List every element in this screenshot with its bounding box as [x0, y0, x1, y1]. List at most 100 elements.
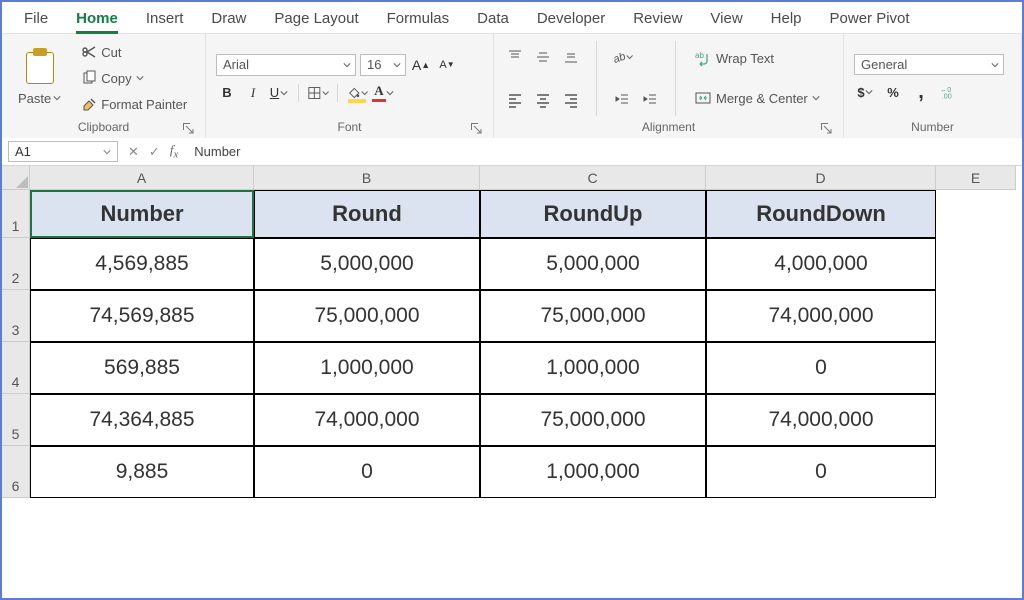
dialog-launcher-font[interactable] — [469, 121, 483, 135]
cell-C2[interactable]: 5,000,000 — [480, 238, 706, 290]
cell-A2[interactable]: 4,569,885 — [30, 238, 254, 290]
underline-button[interactable]: U — [268, 82, 290, 104]
align-center-button[interactable] — [532, 89, 554, 111]
cell-B2[interactable]: 5,000,000 — [254, 238, 480, 290]
italic-button[interactable]: I — [242, 82, 264, 104]
row-header-3[interactable]: 3 — [2, 290, 30, 342]
cell-A5[interactable]: 74,364,885 — [30, 394, 254, 446]
cell-D5[interactable]: 74,000,000 — [706, 394, 936, 446]
spreadsheet-grid[interactable]: ABCDE 123456 NumberRoundRoundUpRoundDown… — [2, 166, 1022, 600]
bold-button[interactable]: B — [216, 82, 238, 104]
font-family-select[interactable]: Arial — [216, 54, 356, 76]
fill-color-button[interactable] — [346, 82, 368, 104]
chevron-down-icon — [393, 61, 401, 69]
font-size-select[interactable]: 16 — [360, 54, 406, 76]
row-header-4[interactable]: 4 — [2, 342, 30, 394]
tab-file[interactable]: File — [10, 6, 62, 33]
align-bottom-button[interactable] — [560, 46, 582, 68]
increase-decimal-button[interactable]: ←0.00 — [938, 81, 960, 103]
name-box[interactable]: A1 — [8, 141, 118, 162]
divider — [596, 41, 597, 116]
row-header-6[interactable]: 6 — [2, 446, 30, 498]
cell-C5[interactable]: 75,000,000 — [480, 394, 706, 446]
copy-icon — [81, 70, 97, 86]
align-middle-button[interactable] — [532, 46, 554, 68]
cut-button[interactable]: Cut — [77, 41, 191, 63]
row-header-5[interactable]: 5 — [2, 394, 30, 446]
column-header-E[interactable]: E — [936, 166, 1016, 190]
cell-B4[interactable]: 1,000,000 — [254, 342, 480, 394]
wrap-text-button[interactable]: ab Wrap Text — [690, 47, 824, 71]
cell-A1[interactable]: Number — [30, 190, 254, 238]
decrease-indent-icon — [614, 92, 630, 108]
borders-button[interactable] — [307, 82, 329, 104]
group-alignment: ab ab Wrap Text Merge & Center — [494, 34, 844, 138]
cell-C3[interactable]: 75,000,000 — [480, 290, 706, 342]
tab-page-layout[interactable]: Page Layout — [260, 6, 372, 33]
decrease-font-button[interactable]: A▼ — [436, 54, 458, 76]
number-format-select[interactable]: General — [854, 54, 1004, 75]
tab-power-pivot[interactable]: Power Pivot — [816, 6, 924, 33]
chevron-down-icon — [280, 89, 288, 97]
dialog-launcher-alignment[interactable] — [819, 121, 833, 135]
increase-font-button[interactable]: A▲ — [410, 54, 432, 76]
cell-D6[interactable]: 0 — [706, 446, 936, 498]
formula-input[interactable]: Number — [178, 144, 240, 159]
column-header-B[interactable]: B — [254, 166, 480, 190]
formula-enter-button[interactable]: ✓ — [149, 144, 160, 160]
merge-center-button[interactable]: Merge & Center — [690, 86, 824, 110]
cell-A3[interactable]: 74,569,885 — [30, 290, 254, 342]
format-painter-button[interactable]: Format Painter — [77, 94, 191, 116]
row-header-1[interactable]: 1 — [2, 190, 30, 238]
fx-icon[interactable]: fx — [170, 142, 178, 161]
chevron-down-icon — [386, 89, 394, 97]
cell-A6[interactable]: 9,885 — [30, 446, 254, 498]
cell-B5[interactable]: 74,000,000 — [254, 394, 480, 446]
column-header-A[interactable]: A — [30, 166, 254, 190]
cell-C4[interactable]: 1,000,000 — [480, 342, 706, 394]
tab-draw[interactable]: Draw — [197, 6, 260, 33]
comma-format-button[interactable]: , — [910, 81, 932, 103]
tab-home[interactable]: Home — [62, 6, 132, 33]
cell-C1[interactable]: RoundUp — [480, 190, 706, 238]
align-top-button[interactable] — [504, 46, 526, 68]
tab-insert[interactable]: Insert — [132, 6, 198, 33]
align-left-button[interactable] — [504, 89, 526, 111]
cell-D2[interactable]: 4,000,000 — [706, 238, 936, 290]
column-header-C[interactable]: C — [480, 166, 706, 190]
cell-D1[interactable]: RoundDown — [706, 190, 936, 238]
column-header-D[interactable]: D — [706, 166, 936, 190]
tab-view[interactable]: View — [696, 6, 756, 33]
chevron-down-icon — [322, 89, 329, 97]
tab-data[interactable]: Data — [463, 6, 523, 33]
chevron-down-icon — [103, 148, 111, 156]
cell-B6[interactable]: 0 — [254, 446, 480, 498]
font-color-button[interactable]: A — [372, 82, 394, 104]
group-clipboard: Paste Cut Copy Format Painter — [2, 34, 206, 138]
tab-review[interactable]: Review — [619, 6, 696, 33]
select-all-corner[interactable] — [2, 166, 30, 190]
tab-developer[interactable]: Developer — [523, 6, 619, 33]
tab-formulas[interactable]: Formulas — [373, 6, 464, 33]
formula-bar: A1 ✕ ✓ fx Number — [2, 138, 1022, 166]
cell-B1[interactable]: Round — [254, 190, 480, 238]
copy-button[interactable]: Copy — [77, 67, 191, 89]
cell-A4[interactable]: 569,885 — [30, 342, 254, 394]
decrease-indent-button[interactable] — [611, 89, 633, 111]
accounting-format-button[interactable]: $ — [854, 81, 876, 103]
cell-B3[interactable]: 75,000,000 — [254, 290, 480, 342]
cell-C6[interactable]: 1,000,000 — [480, 446, 706, 498]
tab-help[interactable]: Help — [757, 6, 816, 33]
orientation-button[interactable]: ab — [611, 46, 633, 68]
svg-text:ab: ab — [695, 51, 704, 60]
group-label-clipboard: Clipboard — [78, 120, 129, 134]
align-right-button[interactable] — [560, 89, 582, 111]
dialog-launcher-clipboard[interactable] — [181, 121, 195, 135]
percent-format-button[interactable]: % — [882, 81, 904, 103]
row-header-2[interactable]: 2 — [2, 238, 30, 290]
cell-D3[interactable]: 74,000,000 — [706, 290, 936, 342]
paste-button[interactable]: Paste — [12, 39, 67, 118]
cell-D4[interactable]: 0 — [706, 342, 936, 394]
formula-cancel-button[interactable]: ✕ — [128, 144, 139, 160]
increase-indent-button[interactable] — [639, 89, 661, 111]
